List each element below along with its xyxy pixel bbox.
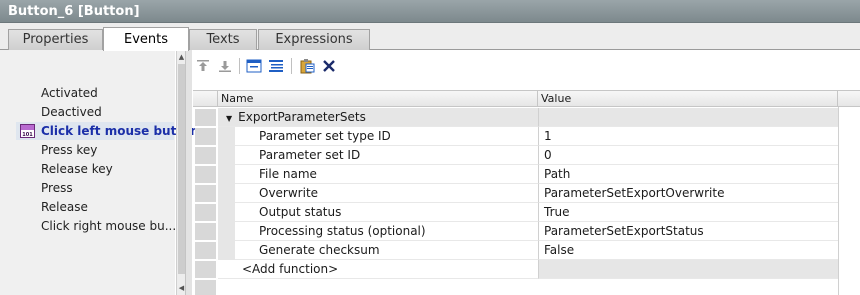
tab-properties[interactable]: Properties — [8, 29, 103, 50]
row-gutter — [195, 204, 216, 221]
param-value[interactable]: Path — [538, 165, 838, 184]
expand-all-icon[interactable] — [266, 56, 286, 76]
event-release[interactable]: Release — [41, 198, 88, 216]
collapse-all-icon[interactable] — [244, 56, 264, 76]
param-name: Generate checksum — [259, 243, 380, 257]
param-name-cell: File name — [218, 165, 538, 184]
row-indent — [218, 184, 235, 203]
row-indent — [218, 165, 235, 184]
toolbar-separator — [239, 58, 240, 74]
table-row[interactable]: File name Path — [193, 165, 860, 184]
event-activated[interactable]: Activated — [41, 84, 98, 102]
event-list-scrollbar[interactable]: ▲ ◀ — [176, 50, 185, 295]
event-list: Activated Deactived 101 Click left mouse… — [0, 50, 199, 295]
param-name: Parameter set ID — [259, 148, 361, 162]
function-row[interactable]: ▼ ExportParameterSets — [193, 108, 860, 127]
event-deactived[interactable]: Deactived — [41, 103, 102, 121]
param-value[interactable]: ParameterSetExportStatus — [538, 222, 838, 241]
move-down-icon[interactable] — [215, 56, 235, 76]
table-row-empty — [193, 279, 860, 295]
function-value[interactable] — [538, 108, 838, 127]
scrollbar-thumb[interactable] — [178, 64, 185, 274]
param-value[interactable]: 0 — [538, 146, 838, 165]
table-row[interactable]: Output status True — [193, 203, 860, 222]
add-function-value[interactable] — [538, 260, 838, 279]
add-function-label[interactable]: <Add function> — [218, 260, 538, 279]
tab-strip: Properties Events Texts Expressions — [0, 23, 860, 51]
add-function-row[interactable]: <Add function> — [193, 260, 860, 279]
param-name: Overwrite — [259, 186, 319, 200]
row-gutter — [195, 261, 216, 278]
expand-caret-icon[interactable]: ▼ — [226, 109, 232, 128]
param-name-cell: Processing status (optional) — [218, 222, 538, 241]
function-list-table: Name Value ▼ ExportParameterSets Paramete… — [193, 90, 860, 295]
table-row[interactable]: Parameter set ID 0 — [193, 146, 860, 165]
function-name: ExportParameterSets — [238, 110, 366, 124]
param-name-cell: Overwrite — [218, 184, 538, 203]
tab-events[interactable]: Events — [103, 27, 189, 51]
table-row[interactable]: Processing status (optional) ParameterSe… — [193, 222, 860, 241]
event-click-left-mouse-button[interactable]: 101 Click left mouse button — [16, 122, 199, 140]
event-press[interactable]: Press — [41, 179, 73, 197]
row-gutter — [195, 223, 216, 240]
param-name-cell: Output status — [218, 203, 538, 222]
param-value[interactable]: ParameterSetExportOverwrite — [538, 184, 838, 203]
row-indent — [218, 222, 235, 241]
table-row[interactable]: Overwrite ParameterSetExportOverwrite — [193, 184, 860, 203]
header-gutter — [193, 91, 218, 106]
table-header: Name Value — [193, 90, 860, 107]
row-gutter — [195, 109, 216, 126]
function-toolbar — [193, 54, 860, 80]
table-row[interactable]: Parameter set type ID 1 — [193, 127, 860, 146]
row-gutter — [195, 242, 216, 259]
table-row[interactable]: Generate checksum False — [193, 241, 860, 260]
delete-icon[interactable] — [319, 56, 339, 76]
row-indent — [218, 146, 235, 165]
function-name-cell: ▼ ExportParameterSets — [218, 108, 538, 127]
row-indent — [218, 127, 235, 146]
toolbar-separator — [291, 58, 292, 74]
param-name: Processing status (optional) — [259, 224, 426, 238]
window-title: Button_6 [Button] — [0, 0, 860, 23]
param-name: Parameter set type ID — [259, 129, 391, 143]
move-up-icon[interactable] — [193, 56, 213, 76]
row-gutter — [195, 128, 216, 145]
row-indent — [218, 241, 235, 260]
param-name-cell: Parameter set type ID — [218, 127, 538, 146]
param-name: File name — [259, 167, 317, 181]
tab-texts[interactable]: Texts — [189, 29, 257, 50]
column-header-value[interactable]: Value — [541, 91, 838, 106]
row-gutter — [195, 147, 216, 164]
param-name: Output status — [259, 205, 342, 219]
param-name-cell: Generate checksum — [218, 241, 538, 260]
row-gutter — [195, 185, 216, 202]
param-name-cell: Parameter set ID — [218, 146, 538, 165]
column-header-name[interactable]: Name — [221, 91, 538, 106]
event-press-key[interactable]: Press key — [41, 141, 97, 159]
row-gutter — [195, 280, 216, 295]
pane-splitter[interactable] — [185, 50, 192, 295]
event-click-right-mouse-button[interactable]: Click right mouse bu... — [41, 217, 176, 235]
row-gutter — [195, 166, 216, 183]
param-value[interactable]: 1 — [538, 127, 838, 146]
paste-function-icon[interactable] — [297, 56, 317, 76]
tab-expressions[interactable]: Expressions — [258, 29, 370, 50]
table-filler-column — [838, 107, 860, 295]
event-release-key[interactable]: Release key — [41, 160, 113, 178]
row-indent — [218, 203, 235, 222]
param-value[interactable]: False — [538, 241, 838, 260]
param-value[interactable]: True — [538, 203, 838, 222]
event-function-icon: 101 — [20, 124, 35, 138]
